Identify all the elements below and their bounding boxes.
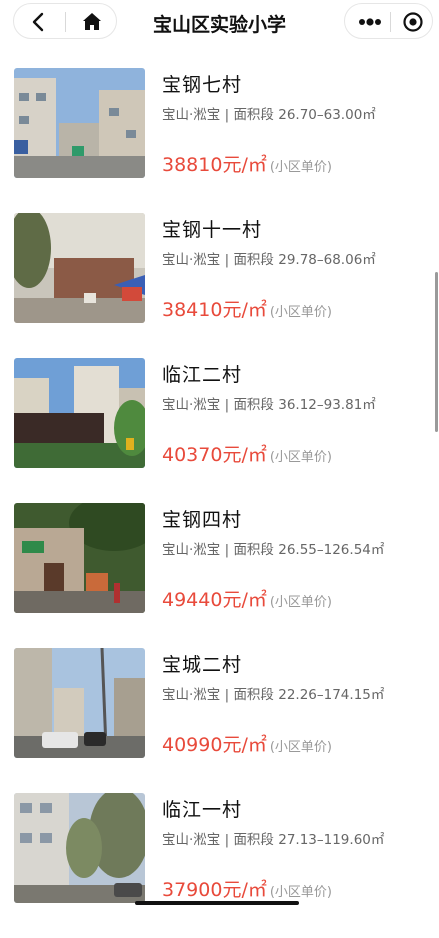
location: 宝山·淞宝 xyxy=(162,107,221,123)
area-label: 面积段 xyxy=(233,107,274,123)
location: 宝山·淞宝 xyxy=(162,397,221,413)
community-photo xyxy=(14,213,145,323)
price-note: (小区单价) xyxy=(269,305,332,320)
area-range: 29.78–68.06㎡ xyxy=(278,252,376,268)
price-note: (小区单价) xyxy=(269,595,332,610)
price-row: 38410元/㎡ (小区单价) xyxy=(162,295,332,322)
unit-price: 37900元/㎡ xyxy=(162,879,267,901)
area-range: 26.70–63.00㎡ xyxy=(278,107,376,123)
location: 宝山·淞宝 xyxy=(162,252,221,268)
price-note: (小区单价) xyxy=(269,450,332,465)
community-name: 宝钢四村 xyxy=(162,509,243,531)
community-meta: 宝山·淞宝 | 面积段 36.12–93.81㎡ xyxy=(162,397,376,413)
price-note: (小区单价) xyxy=(269,160,332,175)
price-row: 37900元/㎡ (小区单价) xyxy=(162,875,332,902)
scrollbar[interactable] xyxy=(435,272,438,432)
location: 宝山·淞宝 xyxy=(162,832,221,848)
community-photo xyxy=(14,648,145,758)
community-photo xyxy=(14,503,145,613)
community-meta: 宝山·淞宝 | 面积段 27.13–119.60㎡ xyxy=(162,832,385,848)
list-item[interactable]: 宝钢四村 宝山·淞宝 | 面积段 26.55–126.54㎡ 49440元/㎡(… xyxy=(0,503,439,648)
price-note: (小区单价) xyxy=(269,740,332,755)
community-photo xyxy=(14,793,145,903)
location: 宝山·淞宝 xyxy=(162,542,221,558)
community-name: 临江二村 xyxy=(162,364,243,386)
target-circle-icon[interactable] xyxy=(402,11,424,33)
area-label: 面积段 xyxy=(233,397,274,413)
area-label: 面积段 xyxy=(233,832,274,848)
location: 宝山·淞宝 xyxy=(162,687,221,703)
more-dots-icon[interactable] xyxy=(358,18,382,26)
area-range: 36.12–93.81㎡ xyxy=(278,397,376,413)
community-photo xyxy=(14,68,145,178)
community-name: 宝城二村 xyxy=(162,654,243,676)
price-row: 40370元/㎡ (小区单价) xyxy=(162,440,332,467)
community-meta: 宝山·淞宝 | 面积段 22.26–174.15㎡ xyxy=(162,687,385,703)
list-item[interactable]: 临江二村 宝山·淞宝 | 面积段 36.12–93.81㎡ 40370元/㎡ (小… xyxy=(0,358,439,503)
capsule-divider xyxy=(390,12,391,32)
unit-price: 40370元/㎡ xyxy=(162,444,267,466)
community-photo xyxy=(14,358,145,468)
price-row: 40990元/㎡ (小区单价) xyxy=(162,730,332,757)
price-note: (小区单价) xyxy=(269,885,332,900)
area-label: 面积段 xyxy=(233,252,274,268)
list-item[interactable]: 宝钢七村 宝山·淞宝 | 面积段 26.70–63.00㎡ 38810元/㎡ (小… xyxy=(0,68,439,213)
list-item[interactable]: 临江一村 宝山·淞宝 | 面积段 27.13–119.60㎡ 37900元/㎡(… xyxy=(0,793,439,938)
community-meta: 宝山·淞宝 | 面积段 29.78–68.06㎡ xyxy=(162,252,376,268)
area-label: 面积段 xyxy=(233,542,274,558)
home-indicator xyxy=(135,901,299,905)
list-item[interactable]: 宝钢十一村 宝山·淞宝 | 面积段 29.78–68.06㎡ 38410元/㎡(… xyxy=(0,213,439,358)
community-name: 宝钢七村 xyxy=(162,74,243,96)
community-list: 宝钢七村 宝山·淞宝 | 面积段 26.70–63.00㎡ 38810元/㎡ (小… xyxy=(0,68,439,938)
price-row: 38810元/㎡ (小区单价) xyxy=(162,150,332,177)
unit-price: 49440元/㎡ xyxy=(162,589,267,611)
nav-right-capsule xyxy=(344,3,433,39)
list-item[interactable]: 宝城二村 宝山·淞宝 | 面积段 22.26–174.15㎡ 40990元/㎡(… xyxy=(0,648,439,793)
navigation-bar: 宝山区实验小学 xyxy=(0,0,439,46)
community-name: 临江一村 xyxy=(162,799,243,821)
community-meta: 宝山·淞宝 | 面积段 26.70–63.00㎡ xyxy=(162,107,376,123)
community-meta: 宝山·淞宝 | 面积段 26.55–126.54㎡ xyxy=(162,542,385,558)
community-name: 宝钢十一村 xyxy=(162,219,263,241)
unit-price: 38810元/㎡ xyxy=(162,154,267,176)
area-range: 26.55–126.54㎡ xyxy=(278,542,385,558)
area-label: 面积段 xyxy=(233,687,274,703)
area-range: 27.13–119.60㎡ xyxy=(278,832,385,848)
area-range: 22.26–174.15㎡ xyxy=(278,687,385,703)
price-row: 49440元/㎡ (小区单价) xyxy=(162,585,332,612)
unit-price: 38410元/㎡ xyxy=(162,299,267,321)
unit-price: 40990元/㎡ xyxy=(162,734,267,756)
